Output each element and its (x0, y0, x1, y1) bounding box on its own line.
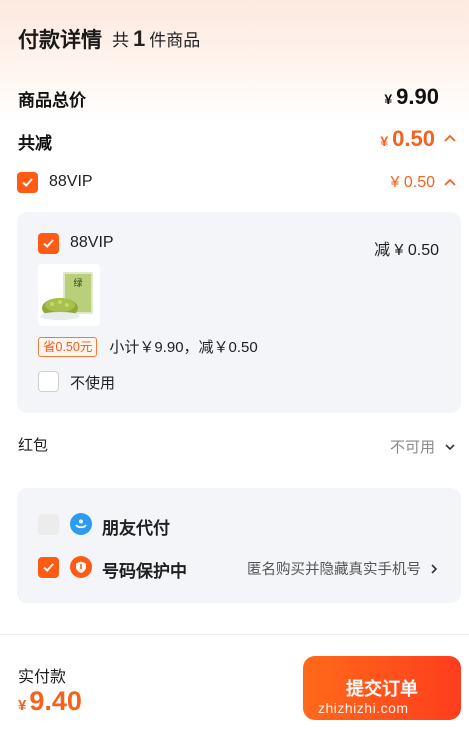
discount-total-label: 共减 (18, 134, 52, 153)
red-packet-label: 红包 (18, 437, 49, 454)
svg-text:绿: 绿 (73, 277, 82, 289)
vip-toggle[interactable]: ¥ 0.50 (391, 174, 457, 192)
vip-item-label: 88VIP (70, 234, 114, 251)
chevron-up-icon (444, 178, 456, 186)
shield-icon (70, 556, 92, 578)
subtotal-text: 小计￥9.90，减￥0.50 (109, 339, 258, 356)
number-protect-desc: 匿名购买并隐藏真实手机号 (247, 562, 421, 578)
footer-divider (0, 634, 469, 635)
number-protect-checkbox[interactable] (38, 557, 59, 578)
payment-options-panel: 朋友代付 号码保护中 匿名购买并隐藏真实手机号 (17, 488, 461, 603)
watermark: zhizhizhi.com (318, 700, 409, 716)
vip-checkbox[interactable] (17, 172, 38, 193)
check-icon (43, 239, 54, 248)
actual-pay-currency: ¥ (18, 697, 27, 714)
check-icon (43, 563, 54, 572)
friend-pay-icon (70, 513, 92, 535)
discount-total-toggle[interactable]: ¥0.50 (380, 126, 457, 152)
red-packet-selector[interactable]: 不可用 (390, 436, 457, 457)
total-price-currency: ¥ (384, 91, 393, 107)
check-icon (22, 178, 33, 187)
vip-label: 88VIP (49, 173, 93, 190)
submit-order-label: 提交订单 (346, 679, 418, 699)
chevron-right-icon (431, 563, 438, 574)
item-count-prefix: 共 (112, 31, 129, 50)
discount-total-currency: ¥ (380, 133, 389, 149)
saving-tag: 省0.50元 (38, 336, 98, 357)
actual-pay-label: 实付款 (18, 669, 67, 686)
subtotal-row: 省0.50元 小计￥9.90，减￥0.50 (38, 336, 258, 357)
discount-total-value: 0.50 (392, 126, 435, 151)
product-thumbnail[interactable]: 绿 (38, 264, 100, 326)
page-title: 付款详情 (18, 29, 102, 52)
red-packet-status: 不可用 (389, 439, 435, 456)
actual-pay-amount: ¥9.40 (18, 686, 82, 717)
actual-pay-value: 9.40 (29, 686, 82, 716)
number-protect-link[interactable]: 匿名购买并隐藏真实手机号 (247, 558, 439, 579)
vip-item-checkbox[interactable] (38, 233, 59, 254)
number-protect-label: 号码保护中 (102, 562, 187, 581)
product-image: 绿 (38, 264, 100, 326)
vip-detail-panel: 88VIP 减 ¥ 0.50 绿 省0.50元 小计￥9.90，减￥0.50 不… (17, 212, 461, 413)
chevron-up-icon (444, 134, 456, 142)
total-price-label: 商品总价 (18, 91, 86, 110)
friend-pay-checkbox (38, 514, 59, 535)
friend-pay-label: 朋友代付 (102, 519, 170, 538)
vip-item-discount: 减 ¥ 0.50 (374, 242, 439, 259)
not-use-checkbox[interactable] (38, 371, 59, 392)
vip-amount: ¥ 0.50 (390, 174, 435, 191)
item-count-number: 1 (133, 26, 146, 51)
total-price: ¥9.90 (384, 84, 439, 110)
discount-total: ¥0.50 (380, 126, 435, 152)
total-price-value: 9.90 (396, 84, 439, 109)
chevron-down-icon (445, 443, 455, 450)
item-count: 共 1 件商品 (112, 26, 200, 52)
item-count-suffix: 件商品 (149, 31, 201, 50)
not-use-label: 不使用 (70, 375, 116, 392)
